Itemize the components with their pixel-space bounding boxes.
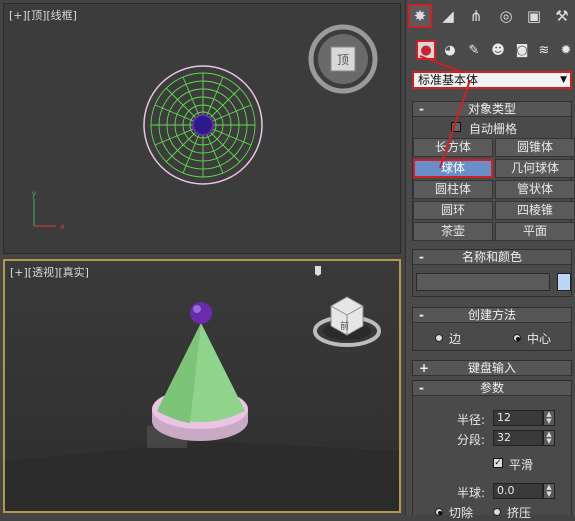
creation-method-rollout: - 创建方法 边 中心 — [412, 307, 572, 351]
geometry-icon[interactable]: ● — [416, 40, 436, 60]
segments-label: 分段: — [457, 433, 486, 447]
center-label: 中心 — [527, 332, 552, 346]
display-tab-icon[interactable]: ▣ — [522, 4, 546, 28]
plane-button[interactable]: 平面 — [495, 222, 575, 241]
home-icon — [315, 266, 321, 276]
segments-spinner[interactable]: ▲ ▼ — [543, 430, 555, 446]
smooth-checkbox[interactable]: ✓ — [493, 458, 503, 468]
pyramid-button[interactable]: 四棱锥 — [495, 201, 575, 220]
panel-tabs: ✸ ◢ ⋔ ◎ ▣ ⚒ — [406, 2, 575, 32]
parameters-header[interactable]: - 参数 — [413, 381, 571, 396]
sphere-top — [192, 114, 214, 136]
keyboard-entry-header[interactable]: + 键盘输入 — [413, 361, 571, 376]
tube-button[interactable]: 管状体 — [495, 180, 575, 199]
primitive-type-dropdown[interactable]: 标准基本体 ▼ — [412, 71, 572, 89]
cone-button[interactable]: 圆锥体 — [495, 138, 575, 157]
radius-spinner[interactable]: ▲ ▼ — [543, 410, 555, 426]
teapot-button[interactable]: 茶壶 — [413, 222, 493, 241]
collapse-icon: - — [419, 381, 424, 395]
squash-label: 挤压 — [507, 506, 532, 520]
viewcube-top: 顶 — [308, 24, 378, 94]
collapse-icon: - — [419, 102, 424, 116]
expand-icon: + — [419, 361, 430, 375]
hemisphere-label: 半球: — [457, 486, 486, 500]
radius-label: 半径: — [457, 413, 486, 427]
name-color-header[interactable]: - 名称和颜色 — [413, 250, 571, 265]
parameters-title: 参数 — [479, 381, 504, 395]
geosphere-button[interactable]: 几何球体 — [495, 159, 575, 178]
segments-input[interactable]: 32 — [493, 430, 543, 446]
axis-tripod: y x — [32, 189, 65, 231]
name-color-title: 名称和颜色 — [461, 250, 522, 264]
viewcube-persp: 前 — [313, 296, 381, 347]
svg-text:前: 前 — [340, 320, 349, 332]
center-radio[interactable] — [513, 334, 521, 342]
viewport-persp-canvas: 前 — [5, 266, 399, 511]
name-color-rollout: - 名称和颜色 — [412, 249, 572, 297]
object-name-input[interactable] — [416, 273, 550, 291]
object-type-rollout: - 对象类型 自动栅格 长方体 圆锥体 球体 几何球体 圆柱体 管状体 圆环 四… — [412, 101, 575, 241]
smooth-label: 平滑 — [509, 458, 534, 472]
sphere-button[interactable]: 球体 — [413, 159, 493, 178]
edge-label: 边 — [449, 332, 462, 346]
modify-tab-icon[interactable]: ◢ — [436, 4, 460, 28]
svg-text:y: y — [32, 189, 37, 198]
object-type-title: 对象类型 — [467, 102, 516, 116]
creation-method-header[interactable]: - 创建方法 — [413, 308, 571, 323]
radius-input[interactable]: 12 — [493, 410, 543, 426]
sphere — [190, 302, 212, 324]
box-button[interactable]: 长方体 — [413, 138, 493, 157]
cameras-icon[interactable]: ☻ — [488, 40, 508, 60]
viewport-perspective[interactable]: [+][透视][真实] 前 — [3, 259, 401, 513]
motion-tab-icon[interactable]: ◎ — [494, 4, 518, 28]
lights-icon[interactable]: ✎ — [464, 40, 484, 60]
svg-text:顶: 顶 — [337, 53, 349, 67]
keyboard-entry-rollout: + 键盘输入 — [412, 360, 572, 376]
hierarchy-tab-icon[interactable]: ⋔ — [464, 4, 488, 28]
hemisphere-spinner[interactable]: ▲ ▼ — [543, 483, 555, 499]
shapes-icon[interactable]: ◕ — [440, 40, 460, 60]
chevron-down-icon: ▼ — [560, 75, 567, 85]
command-panel: ✸ ◢ ⋔ ◎ ▣ ⚒ ● ◕ ✎ ☻ ◙ ≋ ✹ 标准基本体 ▼ - 对象类型… — [405, 0, 575, 520]
spacewarps-icon[interactable]: ≋ — [534, 40, 554, 60]
dropdown-value: 标准基本体 — [418, 73, 479, 87]
parameters-rollout: - 参数 半径: 12 ▲ ▼ 分段: 32 ▲ ▼ ✓ 平滑 半球: 0.0 ▲ ▼… — [412, 380, 572, 520]
edge-radio[interactable] — [435, 334, 443, 342]
helpers-icon[interactable]: ◙ — [512, 40, 532, 60]
systems-icon[interactable]: ✹ — [556, 40, 575, 60]
chop-label: 切除 — [449, 506, 474, 520]
svg-text:x: x — [60, 222, 65, 231]
cone — [157, 323, 245, 423]
panel-subtabs: ● ◕ ✎ ☻ ◙ ≋ ✹ — [406, 36, 575, 64]
object-color-swatch[interactable] — [557, 273, 571, 291]
object-type-header[interactable]: - 对象类型 — [413, 102, 571, 117]
viewport-top[interactable]: [+][顶][线框] 顶 y x — [3, 3, 401, 254]
cylinder-button[interactable]: 圆柱体 — [413, 180, 493, 199]
torus-button[interactable]: 圆环 — [413, 201, 493, 220]
autogrid-checkbox[interactable] — [451, 122, 461, 132]
create-tab-icon[interactable]: ✸ — [408, 4, 432, 28]
utilities-tab-icon[interactable]: ⚒ — [550, 4, 574, 28]
viewport-top-canvas: 顶 y x — [32, 24, 378, 231]
autogrid-label: 自动栅格 — [469, 122, 518, 136]
keyboard-entry-title: 键盘输入 — [467, 361, 516, 375]
collapse-icon: - — [419, 308, 424, 322]
collapse-icon: - — [419, 250, 424, 264]
hemisphere-input[interactable]: 0.0 — [493, 483, 543, 499]
creation-method-title: 创建方法 — [467, 308, 516, 322]
